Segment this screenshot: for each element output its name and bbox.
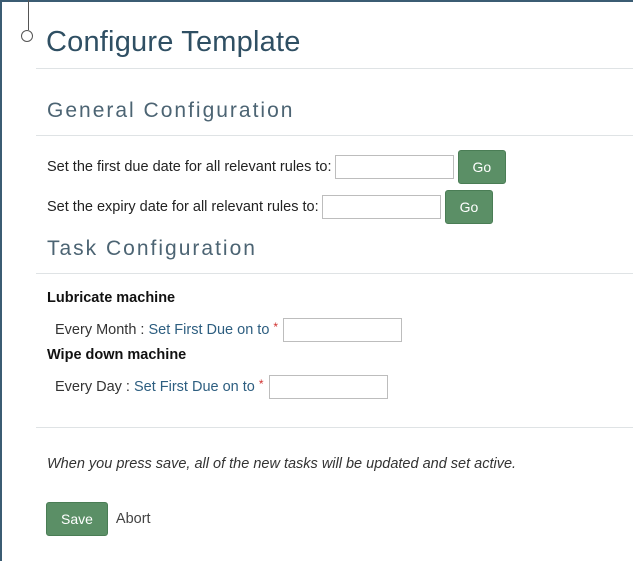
page-title: Configure Template <box>46 26 301 58</box>
first-due-label: Set the first due date for all relevant … <box>47 159 332 175</box>
first-due-row: Set the first due date for all relevant … <box>47 150 507 184</box>
wipe-down-first-due-input[interactable] <box>268 375 388 399</box>
task-row: Every Month : Set First Due on to * <box>55 318 403 342</box>
task-frequency: Every Day <box>55 379 122 395</box>
task-field-label: Set First Due on to <box>133 379 255 395</box>
required-marker: * <box>258 377 264 391</box>
form-actions: Save Abort <box>46 502 151 536</box>
first-due-go-button[interactable]: Go <box>457 150 507 184</box>
tasks-bottom-divider <box>36 427 633 428</box>
task-configuration-heading: Task Configuration <box>47 237 257 260</box>
task-frequency: Every Month <box>55 322 137 338</box>
first-due-date-input[interactable] <box>334 155 454 179</box>
title-divider <box>36 68 633 69</box>
task-field-label: Set First Due on to <box>148 322 270 338</box>
expiry-row: Set the expiry date for all relevant rul… <box>47 190 494 224</box>
save-note: When you press save, all of the new task… <box>47 456 517 472</box>
timeline-line <box>28 0 29 30</box>
task-name: Lubricate machine <box>47 290 176 306</box>
task-separator: : <box>136 322 149 338</box>
lubricate-first-due-input[interactable] <box>283 318 403 342</box>
task-configuration-divider <box>36 273 633 274</box>
content-frame <box>0 0 633 561</box>
task-separator: : <box>121 379 134 395</box>
timeline-node-icon <box>21 30 33 42</box>
abort-link[interactable]: Abort <box>116 511 151 527</box>
general-configuration-heading: General Configuration <box>47 99 295 122</box>
expiry-date-input[interactable] <box>321 195 441 219</box>
task-row: Every Day : Set First Due on to * <box>55 375 388 399</box>
general-configuration-divider <box>36 135 633 136</box>
task-name: Wipe down machine <box>47 347 187 363</box>
required-marker: * <box>273 320 279 334</box>
expiry-label: Set the expiry date for all relevant rul… <box>47 199 319 215</box>
expiry-go-button[interactable]: Go <box>444 190 494 224</box>
save-button[interactable]: Save <box>46 502 108 536</box>
